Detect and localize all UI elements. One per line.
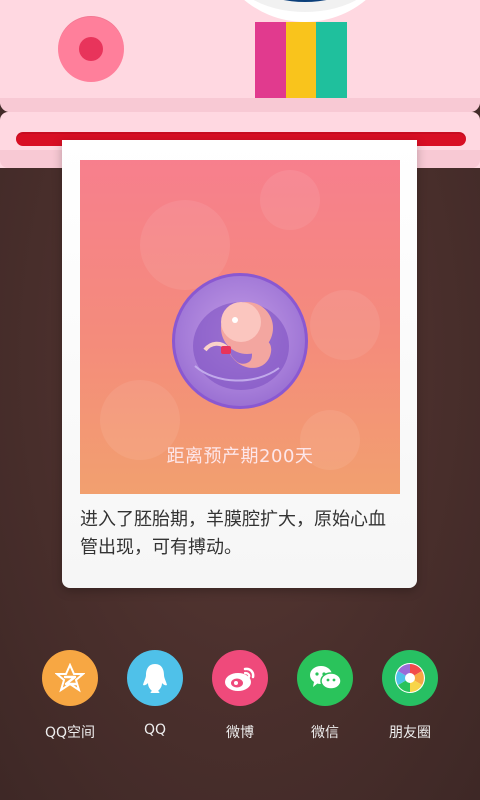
bokeh-circle — [260, 170, 320, 230]
camera-base — [0, 98, 480, 112]
share-wechat-button[interactable]: 微信 — [285, 650, 365, 750]
share-qzone-button[interactable]: QQ空间 — [30, 650, 110, 750]
moments-icon — [382, 650, 438, 706]
due-date-countdown: 距离预产期200天 — [166, 446, 314, 467]
card-photo: 距离预产期200天 — [80, 160, 400, 494]
bokeh-circle — [310, 290, 380, 360]
wechat-icon — [297, 650, 353, 706]
polaroid-card: 距离预产期200天 进入了胚胎期，羊膜腔扩大，原始心血管出现，可有搏动。 — [62, 140, 417, 588]
stage-description: 进入了胚胎期，羊膜腔扩大，原始心血管出现，可有搏动。 — [80, 509, 386, 558]
share-qq-label: QQ — [143, 722, 167, 738]
share-wechat-label: 微信 — [311, 725, 339, 741]
share-weibo-button[interactable]: 微博 — [200, 650, 280, 750]
camera-shutter-button — [58, 16, 124, 82]
shutter-dot — [79, 37, 103, 61]
qq-icon — [127, 650, 183, 706]
share-weibo-label: 微博 — [226, 725, 254, 741]
share-qzone-label: QQ空间 — [44, 725, 96, 741]
share-moments-label: 朋友圈 — [389, 725, 431, 741]
share-qq-button[interactable]: QQ — [115, 650, 195, 750]
share-moments-button[interactable]: 朋友圈 — [370, 650, 450, 750]
share-bar: QQ空间 QQ 微博 微信 朋友圈 — [0, 650, 480, 750]
embryo-icon — [172, 273, 308, 409]
qzone-icon — [42, 650, 98, 706]
weibo-icon — [212, 650, 268, 706]
